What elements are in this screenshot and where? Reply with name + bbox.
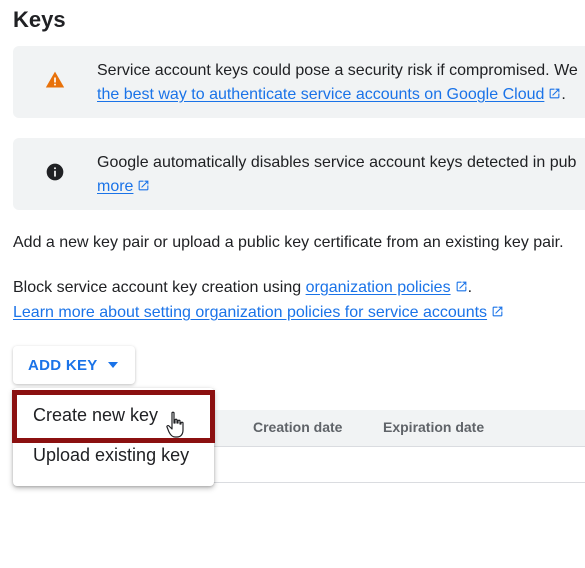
warning-suffix: .: [561, 86, 566, 103]
external-link-icon: [456, 281, 466, 292]
chevron-down-icon: [107, 362, 118, 368]
page-title: Keys: [13, 7, 66, 32]
add-key-button[interactable]: ADD KEY: [13, 346, 135, 384]
info-text: Google automatically disables service ac…: [97, 154, 577, 171]
column-expiration-date[interactable]: Expiration date: [383, 419, 484, 435]
authenticate-service-accounts-link[interactable]: the best way to authenticate service acc…: [97, 86, 544, 103]
column-creation-date[interactable]: Creation date: [253, 419, 342, 435]
warning-banner: Service account keys could pose a securi…: [13, 46, 585, 118]
block-key-creation-text: Block service account key creation using…: [13, 279, 473, 296]
warning-icon: [45, 71, 65, 88]
external-link-icon: [139, 180, 149, 191]
info-icon: [46, 163, 64, 181]
warning-text: Service account keys could pose a securi…: [97, 62, 578, 79]
learn-more-link[interactable]: more: [97, 178, 133, 195]
menu-item-upload-existing-key[interactable]: Upload existing key: [33, 445, 189, 466]
add-key-label: ADD KEY: [28, 356, 98, 374]
add-key-description: Add a new key pair or upload a public ke…: [13, 234, 564, 251]
external-link-icon: [492, 306, 503, 317]
learn-more-org-policies: Learn more about setting organization po…: [13, 304, 504, 322]
organization-policies-link[interactable]: organization policies: [306, 279, 451, 296]
hand-cursor-icon: [166, 411, 184, 438]
org-policies-learn-more-link[interactable]: Learn more about setting organization po…: [13, 304, 487, 321]
info-banner: Google automatically disables service ac…: [13, 138, 585, 210]
external-link-icon: [550, 88, 560, 99]
